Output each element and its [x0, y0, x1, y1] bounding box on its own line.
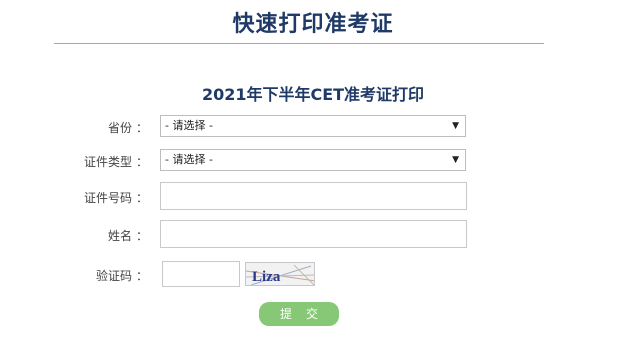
page-title: 快速打印准考证: [232, 12, 394, 37]
id-number-label-text: 证件号码: [83, 191, 132, 205]
province-select-value: - 请选择 -: [165, 119, 213, 132]
id-number-label-colon: ：: [135, 191, 148, 205]
form-title: 2021年下半年CET准考证打印: [201, 85, 425, 104]
id-number-input[interactable]: [160, 182, 467, 210]
province-label: 省份：: [28, 119, 148, 136]
captcha-noise: Liza: [246, 264, 314, 285]
id-type-label-text: 证件类型: [83, 155, 132, 169]
id-type-label: 证件类型：: [28, 153, 148, 170]
dropdown-arrow-icon: ▼: [452, 121, 459, 131]
province-label-colon: ：: [135, 121, 148, 135]
id-type-label-colon: ：: [135, 155, 148, 169]
submit-button[interactable]: 提交: [259, 302, 339, 326]
captcha-label: 验证码：: [28, 267, 148, 284]
name-label-text: 姓名: [107, 229, 132, 243]
title-divider: [54, 43, 544, 44]
province-label-text: 省份: [107, 121, 132, 135]
name-label-colon: ：: [135, 229, 148, 243]
id-type-select-value: - 请选择 -: [165, 153, 213, 166]
captcha-image[interactable]: Liza: [245, 262, 315, 286]
captcha-input[interactable]: [162, 261, 240, 287]
dropdown-arrow-icon: ▼: [452, 155, 459, 165]
province-select[interactable]: - 请选择 - ▼: [160, 115, 466, 137]
id-type-select[interactable]: - 请选择 - ▼: [160, 149, 466, 171]
captcha-label-text: 验证码: [95, 269, 132, 283]
captcha-text: Liza: [252, 269, 281, 285]
name-input[interactable]: [160, 220, 467, 248]
name-label: 姓名：: [28, 227, 148, 244]
id-number-label: 证件号码：: [28, 189, 148, 206]
captcha-label-colon: ：: [135, 269, 148, 283]
